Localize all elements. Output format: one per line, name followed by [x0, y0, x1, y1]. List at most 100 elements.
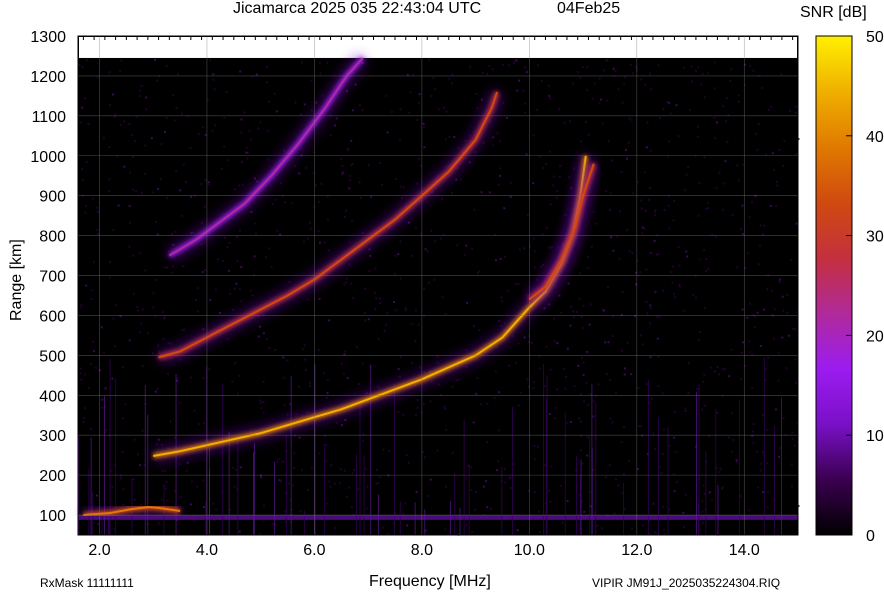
- noise-dot: [558, 176, 561, 178]
- noise-dot: [696, 135, 699, 138]
- noise-dot: [641, 232, 644, 235]
- noise-dot: [129, 221, 132, 224]
- noise-dot: [608, 208, 611, 211]
- noise-dot: [761, 233, 764, 236]
- noise-dot: [232, 466, 235, 469]
- noise-dot: [516, 89, 519, 92]
- noise-dot: [238, 229, 241, 232]
- noise-dot: [406, 73, 409, 76]
- noise-dot: [358, 383, 360, 385]
- noise-dot: [317, 230, 320, 232]
- noise-dot: [175, 170, 178, 172]
- noise-dot: [559, 485, 562, 487]
- noise-dot: [427, 281, 430, 284]
- noise-dot: [585, 381, 588, 384]
- noise-dot: [451, 385, 454, 388]
- noise-dot: [204, 179, 207, 181]
- noise-dot: [785, 367, 788, 370]
- noise-dot: [140, 192, 143, 195]
- noise-dot: [325, 459, 328, 462]
- noise-dot: [426, 495, 429, 497]
- noise-dot: [509, 195, 512, 198]
- noise-dot: [549, 97, 551, 100]
- noise-dot: [498, 391, 501, 394]
- noise-dot: [273, 92, 276, 95]
- noise-dot: [579, 140, 582, 143]
- noise-dot: [489, 507, 492, 510]
- noise-dot: [433, 278, 436, 281]
- noise-dot: [682, 526, 685, 529]
- noise-dot: [90, 298, 93, 300]
- y-tick-label: 1100: [32, 109, 67, 126]
- noise-dot: [180, 112, 183, 115]
- noise-dot: [589, 393, 592, 396]
- noise-dot: [752, 69, 755, 72]
- noise-dot: [481, 98, 483, 101]
- noise-dot: [444, 407, 447, 410]
- noise-dot: [95, 366, 97, 369]
- noise-dot: [601, 122, 604, 125]
- noise-dot: [623, 426, 625, 429]
- noise-dot: [368, 248, 371, 251]
- noise-dot: [630, 373, 633, 376]
- noise-dot: [663, 428, 665, 431]
- noise-dot: [718, 373, 720, 376]
- noise-dot: [170, 342, 173, 345]
- noise-dot: [234, 362, 237, 365]
- noise-dot: [154, 58, 156, 61]
- noise-dot: [189, 147, 192, 150]
- noise-dot: [716, 121, 718, 124]
- noise-dot: [114, 345, 116, 348]
- noise-dot: [239, 466, 242, 469]
- noise-dot: [718, 171, 721, 174]
- noise-dot: [414, 414, 417, 417]
- noise-dot: [448, 77, 451, 80]
- noise-dot: [455, 178, 458, 181]
- noise-dot: [588, 323, 591, 326]
- noise-dot: [548, 303, 551, 306]
- noise-dot: [293, 466, 296, 469]
- noise-dot: [478, 270, 481, 273]
- noise-dot: [240, 266, 243, 268]
- noise-dot: [339, 468, 342, 471]
- noise-dot: [145, 96, 148, 99]
- noise-dot: [119, 70, 122, 73]
- noise-dot: [578, 298, 581, 301]
- noise-dot: [567, 282, 570, 285]
- noise-dot: [425, 529, 428, 532]
- noise-dot: [335, 117, 338, 120]
- noise-dot: [103, 136, 105, 139]
- noise-dot: [235, 468, 238, 471]
- noise-dot: [259, 121, 262, 124]
- noise-dot: [491, 68, 494, 71]
- noise-dot: [398, 138, 401, 141]
- noise-dot: [688, 362, 690, 365]
- noise-dot: [518, 248, 521, 251]
- noise-dot: [786, 294, 789, 297]
- noise-dot: [630, 118, 633, 121]
- noise-dot: [259, 325, 262, 328]
- noise-dot: [245, 146, 248, 149]
- noise-dot: [637, 386, 640, 389]
- noise-dot: [318, 297, 321, 300]
- noise-dot: [508, 364, 511, 367]
- noise-dot: [266, 65, 268, 68]
- noise-dot: [643, 227, 646, 230]
- noise-dot: [491, 144, 494, 147]
- noise-dot: [422, 126, 425, 129]
- noise-dot: [649, 304, 652, 307]
- noise-dot: [341, 165, 344, 167]
- noise-dot: [260, 407, 263, 410]
- noise-dot: [211, 130, 214, 133]
- noise-dot: [577, 364, 580, 367]
- noise-dot: [478, 328, 481, 331]
- noise-dot: [358, 181, 361, 184]
- noise-dot: [108, 261, 111, 264]
- noise-dot: [600, 527, 603, 530]
- noise-dot: [715, 186, 718, 189]
- noise-dot: [752, 441, 755, 444]
- noise-dot: [762, 308, 765, 311]
- noise-dot: [474, 508, 477, 511]
- noise-dot: [346, 377, 349, 380]
- noise-dot: [579, 76, 582, 79]
